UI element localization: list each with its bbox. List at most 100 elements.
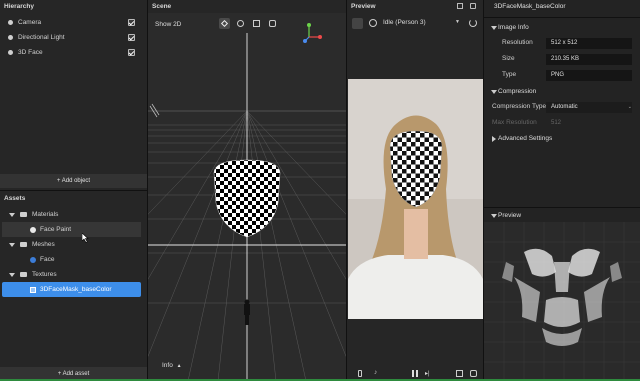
chevron-down-icon[interactable]	[491, 90, 497, 94]
texture-preview-section[interactable]: Preview	[484, 208, 640, 223]
folder-label: Meshes	[32, 241, 55, 248]
rotate-tool-button[interactable]	[235, 18, 246, 29]
chevron-down-icon[interactable]	[9, 213, 15, 217]
hierarchy-item-camera[interactable]: Camera	[0, 15, 147, 30]
compression-type-row: Compression Type Automatic ⌄	[484, 99, 640, 115]
expand-icon[interactable]	[470, 3, 476, 9]
size-row: Size 210.35 KB	[484, 51, 640, 67]
cursor-icon	[82, 233, 89, 243]
folder-materials[interactable]: Materials	[0, 207, 147, 222]
left-panel: Hierarchy Camera Directional Light 3D Fa…	[0, 0, 148, 381]
scene-panel: Scene Show 2D Info ▲	[148, 0, 347, 381]
rect-icon	[269, 20, 276, 27]
hierarchy-item-label: 3D Face	[18, 49, 43, 56]
scene-viewport[interactable]	[148, 13, 347, 381]
max-resolution-row: Max Resolution 512	[484, 115, 640, 131]
visibility-checkbox[interactable]	[128, 49, 135, 56]
asset-item-face[interactable]: Face	[0, 252, 147, 267]
refresh-icon[interactable]	[469, 19, 477, 27]
camera-mode-button[interactable]	[352, 18, 363, 29]
object-icon	[8, 50, 13, 55]
caret-up-icon: ▲	[176, 363, 182, 369]
compression-type-label: Compression Type	[492, 103, 547, 110]
section-title: Compression	[498, 88, 537, 95]
chevron-down-icon[interactable]: ▼	[455, 19, 460, 25]
folder-textures[interactable]: Textures	[0, 267, 147, 282]
phone-icon[interactable]	[358, 370, 362, 377]
texture-preview-image	[484, 222, 640, 381]
object-icon	[8, 35, 13, 40]
add-object-button[interactable]: + Add object	[0, 174, 147, 188]
texture-icon	[30, 287, 36, 293]
sweater	[348, 255, 483, 319]
chevron-down-icon[interactable]	[491, 214, 497, 218]
chevron-down-icon[interactable]	[9, 243, 15, 247]
move-tool-button[interactable]	[219, 18, 230, 29]
hierarchy-item-directional-light[interactable]: Directional Light	[0, 30, 147, 45]
folder-label: Textures	[32, 271, 57, 278]
chevron-down-icon[interactable]	[9, 273, 15, 277]
object-icon	[8, 20, 13, 25]
move-icon	[220, 19, 229, 28]
compression-section[interactable]: Compression	[484, 84, 640, 99]
info-toggle[interactable]: Info ▲	[162, 362, 182, 369]
image-info-section[interactable]: Image Info	[484, 20, 640, 35]
resolution-label: Resolution	[502, 39, 533, 46]
rotate-icon	[237, 20, 244, 27]
info-label: Info	[162, 362, 173, 369]
hierarchy-item-label: Directional Light	[18, 34, 65, 41]
asset-item-label: 3DFaceMask_baseColor	[40, 286, 112, 293]
hierarchy-item-label: Camera	[18, 19, 42, 26]
fullscreen-icon[interactable]	[470, 370, 477, 377]
type-value: PNG	[546, 70, 632, 81]
max-resolution-value: 512	[551, 120, 562, 126]
type-row: Type PNG	[484, 67, 640, 83]
show-2d-toggle[interactable]: Show 2D	[155, 21, 181, 28]
folder-label: Materials	[32, 211, 59, 218]
hierarchy-item-3d-face[interactable]: 3D Face	[0, 45, 147, 60]
preview-camera-image	[348, 79, 483, 319]
asset-item-label: Face Paint	[40, 226, 72, 233]
visibility-checkbox[interactable]	[128, 34, 135, 41]
step-icon[interactable]: ▸|	[425, 370, 430, 377]
material-icon	[30, 227, 36, 233]
size-value: 210.35 KB	[546, 54, 632, 65]
resolution-row: Resolution 512 x 512	[484, 35, 640, 51]
popout-icon[interactable]	[457, 3, 463, 9]
hierarchy-title: Hierarchy	[4, 3, 34, 10]
assets-title: Assets	[4, 195, 26, 202]
section-title: Advanced Settings	[498, 135, 553, 142]
advanced-settings-section[interactable]: Advanced Settings	[484, 131, 640, 146]
crop-icon[interactable]	[456, 370, 463, 377]
asset-name-title: 3DFaceMask_baseColor	[494, 3, 566, 10]
person-icon	[369, 19, 377, 27]
compression-type-select[interactable]: Automatic	[546, 102, 632, 113]
asset-item-face-paint[interactable]: Face Paint	[2, 222, 141, 237]
section-title: Preview	[498, 212, 522, 219]
scene-title: Scene	[148, 0, 346, 13]
resolution-value: 512 x 512	[546, 38, 632, 49]
rect-tool-button[interactable]	[267, 18, 278, 29]
folder-meshes[interactable]: Meshes	[0, 237, 147, 252]
folder-icon	[20, 212, 27, 217]
tiktok-icon[interactable]: ♪	[374, 369, 377, 376]
chevron-down-icon[interactable]	[491, 26, 497, 30]
visibility-checkbox[interactable]	[128, 19, 135, 26]
type-label: Type	[502, 71, 517, 78]
pause-icon[interactable]	[412, 370, 414, 377]
chevron-down-icon: ⌄	[627, 104, 632, 110]
size-label: Size	[502, 55, 515, 62]
scale-tool-button[interactable]	[251, 18, 262, 29]
asset-item-label: Face	[40, 256, 55, 263]
scale-icon	[253, 20, 260, 27]
chevron-right-icon[interactable]	[492, 136, 496, 142]
asset-item-3dfacemask-basecolor[interactable]: 3DFaceMask_baseColor	[2, 282, 141, 297]
inspector-panel: 3DFaceMask_baseColor Image Info Resoluti…	[484, 0, 640, 381]
person-select[interactable]: Idle (Person 3)	[383, 19, 426, 26]
section-title: Image Info	[498, 24, 529, 31]
mesh-icon	[30, 257, 36, 263]
preview-panel: Preview Idle (Person 3) ▼ ♪ ▸|	[347, 0, 484, 381]
folder-icon	[20, 242, 27, 247]
folder-icon	[20, 272, 27, 277]
max-resolution-label: Max Resolution	[492, 119, 537, 126]
